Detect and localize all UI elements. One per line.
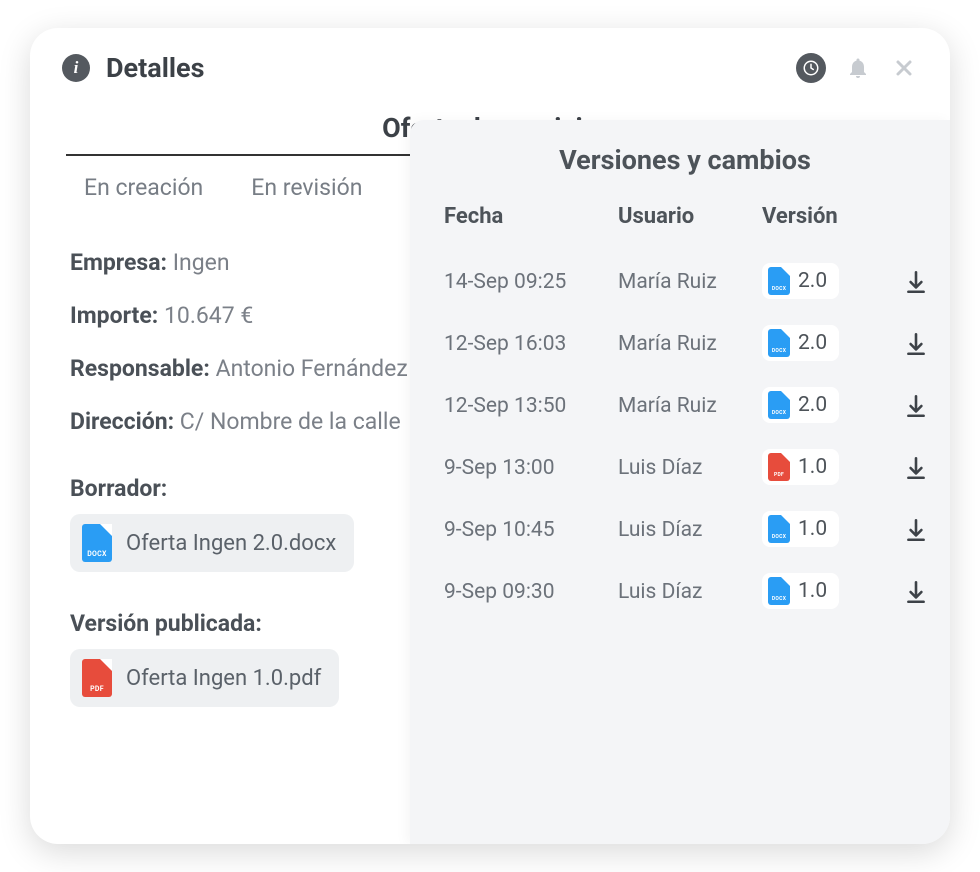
version-chip[interactable]: 1.0	[762, 449, 839, 485]
docx-file-icon	[768, 329, 790, 357]
borrador-file-chip[interactable]: Oferta Ingen 2.0.docx	[70, 514, 354, 572]
version-fecha: 9-Sep 10:45	[444, 518, 614, 542]
details-card: i Detalles Oferta de servicio En creació…	[30, 28, 950, 844]
version-row: 12-Sep 16:03María Ruiz 2.0	[444, 313, 926, 375]
card-title: Detalles	[106, 52, 796, 84]
docx-file-icon	[768, 267, 790, 295]
version-fecha: 12-Sep 16:03	[444, 332, 614, 356]
col-version: Versión	[762, 204, 892, 229]
col-fecha: Fecha	[444, 204, 614, 229]
version-usuario: Luis Díaz	[618, 580, 758, 604]
version-fecha: 12-Sep 13:50	[444, 394, 614, 418]
version-fecha: 9-Sep 09:30	[444, 580, 614, 604]
download-icon[interactable]	[896, 517, 936, 543]
version-number: 1.0	[798, 517, 827, 541]
detail-value: Antonio Fernández	[216, 355, 408, 382]
version-chip[interactable]: 1.0	[762, 573, 839, 609]
pdf-file-icon	[768, 453, 790, 481]
version-number: 1.0	[798, 579, 827, 603]
version-number: 2.0	[798, 331, 827, 355]
version-row: 9-Sep 10:45Luis Díaz 1.0	[444, 499, 926, 561]
versions-panel-title: Versiones y cambios	[444, 144, 926, 176]
version-chip[interactable]: 2.0	[762, 325, 839, 361]
version-chip[interactable]: 2.0	[762, 387, 839, 423]
version-number: 2.0	[798, 393, 827, 417]
detail-value: 10.647 €	[164, 302, 253, 329]
download-icon[interactable]	[896, 393, 936, 419]
card-header: i Detalles	[30, 28, 950, 94]
detail-label: Responsable:	[70, 355, 210, 382]
versions-table-header: Fecha Usuario Versión	[444, 204, 926, 251]
version-row: 12-Sep 13:50María Ruiz 2.0	[444, 375, 926, 437]
detail-label: Dirección:	[70, 408, 174, 435]
download-icon[interactable]	[896, 455, 936, 481]
version-usuario: Luis Díaz	[618, 518, 758, 542]
docx-file-icon	[768, 391, 790, 419]
tab-en-creacion[interactable]: En creación	[84, 174, 203, 201]
version-fecha: 14-Sep 09:25	[444, 270, 614, 294]
version-fecha: 9-Sep 13:00	[444, 456, 614, 480]
version-usuario: María Ruiz	[618, 332, 758, 356]
detail-value: C/ Nombre de la calle	[180, 408, 401, 435]
version-number: 1.0	[798, 455, 827, 479]
history-icon[interactable]	[796, 53, 826, 83]
detail-label: Empresa:	[70, 249, 167, 276]
publicada-file-chip[interactable]: Oferta Ingen 1.0.pdf	[70, 649, 339, 707]
version-number: 2.0	[798, 269, 827, 293]
file-name: Oferta Ingen 1.0.pdf	[126, 666, 321, 691]
version-chip[interactable]: 2.0	[762, 263, 839, 299]
docx-file-icon	[82, 524, 112, 562]
close-icon[interactable]	[890, 54, 918, 82]
download-icon[interactable]	[896, 331, 936, 357]
version-usuario: Luis Díaz	[618, 456, 758, 480]
version-row: 9-Sep 09:30Luis Díaz 1.0	[444, 561, 926, 623]
pdf-file-icon	[82, 659, 112, 697]
col-usuario: Usuario	[618, 204, 758, 229]
detail-value: Ingen	[173, 249, 230, 276]
version-chip[interactable]: 1.0	[762, 511, 839, 547]
docx-file-icon	[768, 515, 790, 543]
download-icon[interactable]	[896, 579, 936, 605]
version-usuario: María Ruiz	[618, 270, 758, 294]
version-usuario: María Ruiz	[618, 394, 758, 418]
tab-en-revision[interactable]: En revisión	[251, 174, 362, 201]
version-row: 9-Sep 13:00Luis Díaz 1.0	[444, 437, 926, 499]
header-actions	[796, 53, 918, 83]
versions-table: Fecha Usuario Versión 14-Sep 09:25María …	[444, 204, 926, 623]
detail-label: Importe:	[70, 302, 158, 329]
version-row: 14-Sep 09:25María Ruiz 2.0	[444, 251, 926, 313]
file-name: Oferta Ingen 2.0.docx	[126, 531, 336, 556]
versions-panel: Versiones y cambios Fecha Usuario Versió…	[410, 120, 950, 844]
download-icon[interactable]	[896, 269, 936, 295]
docx-file-icon	[768, 577, 790, 605]
info-icon: i	[62, 54, 90, 82]
notifications-icon[interactable]	[844, 54, 872, 82]
